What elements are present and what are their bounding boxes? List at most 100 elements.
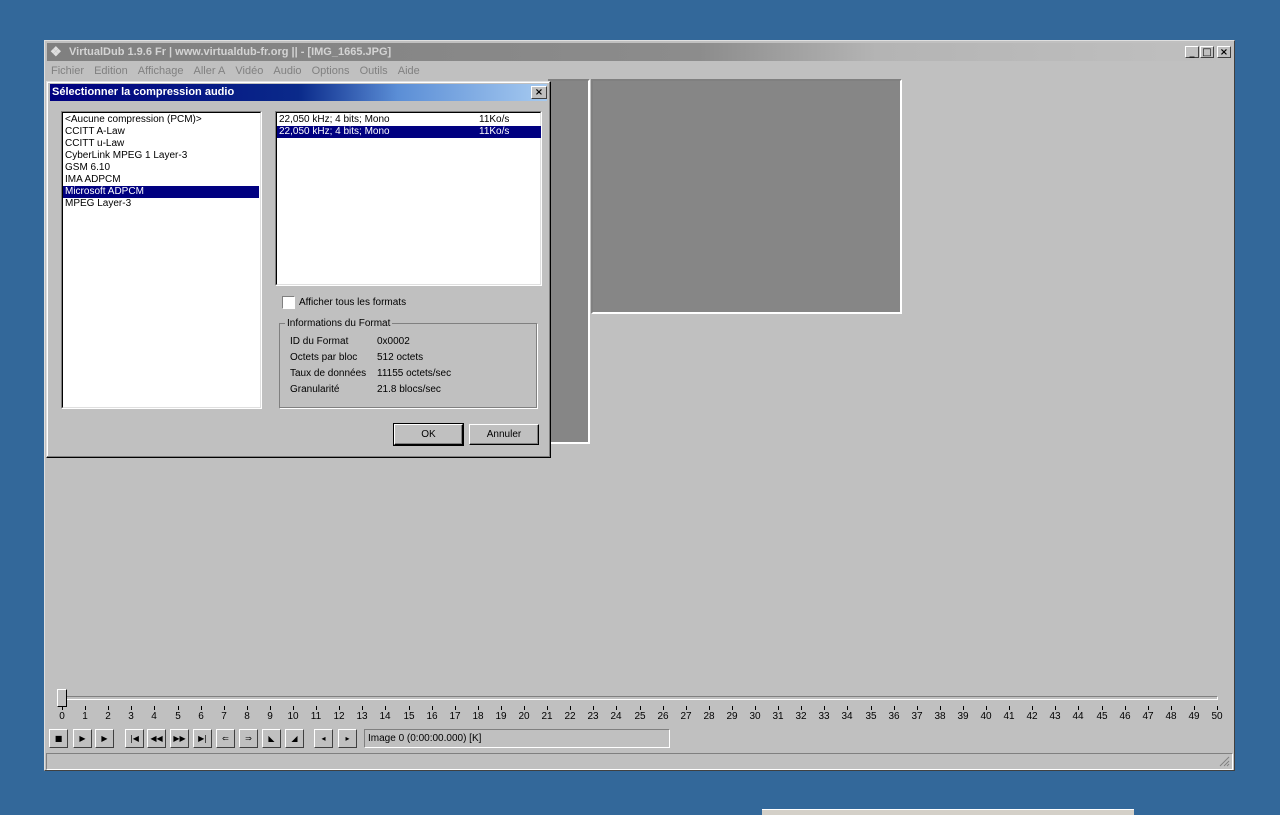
- next-key-icon[interactable]: ▶▶: [170, 729, 189, 748]
- timeline-tick: [409, 706, 410, 710]
- timeline-tick-label: 35: [865, 711, 877, 722]
- timeline-tick: [385, 706, 386, 710]
- virtualdub-app-icon[interactable]: ❖: [50, 45, 64, 59]
- codec-item[interactable]: CCITT u-Law: [63, 138, 259, 150]
- timeline-tick-label: 0: [59, 711, 65, 722]
- stop-icon[interactable]: ■: [49, 729, 68, 748]
- menu-bar: Fichier Edition Affichage Aller A Vidéo …: [51, 63, 427, 79]
- format-list[interactable]: 22,050 kHz; 4 bits; Mono 11Ko/s 22,050 k…: [275, 111, 542, 286]
- codec-item[interactable]: CyberLink MPEG 1 Layer-3: [63, 150, 259, 162]
- play-output-icon[interactable]: ▶: [95, 729, 114, 748]
- mark-out-icon[interactable]: ◢: [285, 729, 304, 748]
- codec-item[interactable]: GSM 6.10: [63, 162, 259, 174]
- codec-item[interactable]: <Aucune compression (PCM)>: [63, 114, 259, 126]
- maximize-button[interactable]: □: [1200, 46, 1214, 58]
- timeline-tick-label: 41: [1003, 711, 1015, 722]
- timeline-tick: [616, 706, 617, 710]
- timeline-tick: [154, 706, 155, 710]
- timeline-tick-label: 26: [657, 711, 669, 722]
- mark-in-icon[interactable]: ◣: [262, 729, 281, 748]
- timeline-tick-label: 31: [772, 711, 784, 722]
- go-start-icon[interactable]: |◀: [125, 729, 144, 748]
- timeline-tick: [362, 706, 363, 710]
- timeline-tick: [547, 706, 548, 710]
- timeline-tick: [316, 706, 317, 710]
- close-button[interactable]: ×: [1217, 46, 1231, 58]
- timeline-tick: [1125, 706, 1126, 710]
- timeline-tick: [1194, 706, 1195, 710]
- cancel-button[interactable]: Annuler: [469, 424, 539, 445]
- timeline-tick-label: 11: [310, 711, 322, 722]
- menu-affichage[interactable]: Affichage: [138, 63, 184, 79]
- timeline-tick: [1009, 706, 1010, 710]
- timeline-tick-label: 23: [587, 711, 599, 722]
- resize-grip-icon[interactable]: [1219, 756, 1230, 767]
- menu-audio[interactable]: Audio: [273, 63, 301, 79]
- audio-compression-dialog: Sélectionner la compression audio × <Auc…: [46, 81, 551, 458]
- timeline-tick-label: 19: [495, 711, 507, 722]
- format-id-label: ID du Format: [290, 336, 349, 347]
- timeline-tick: [894, 706, 895, 710]
- timeline-tick: [131, 706, 132, 710]
- show-all-formats-checkbox[interactable]: [282, 296, 295, 309]
- format-info-legend: Informations du Format: [285, 318, 393, 330]
- dialog-close-button[interactable]: ×: [531, 86, 547, 99]
- dialog-title-bar[interactable]: Sélectionner la compression audio ×: [50, 84, 547, 101]
- timeline-tick: [847, 706, 848, 710]
- codec-list[interactable]: <Aucune compression (PCM)> CCITT A-Law C…: [61, 111, 262, 409]
- format-item-selected[interactable]: 22,050 kHz; 4 bits; Mono 11Ko/s: [277, 126, 541, 138]
- ok-button[interactable]: OK: [393, 423, 464, 446]
- timeline-tick: [940, 706, 941, 710]
- minimize-button[interactable]: _: [1185, 46, 1199, 58]
- timeline-thumb[interactable]: [57, 689, 67, 707]
- show-all-formats-label[interactable]: Afficher tous les formats: [299, 296, 406, 309]
- main-title-bar[interactable]: ❖ VirtualDub 1.9.6 Fr | www.virtualdub-f…: [47, 43, 1232, 61]
- go-end-icon[interactable]: ▶|: [193, 729, 212, 748]
- timeline-tick: [478, 706, 479, 710]
- timeline-tick-label: 5: [175, 711, 181, 722]
- menu-options[interactable]: Options: [312, 63, 350, 79]
- timeline-tick: [801, 706, 802, 710]
- menu-aller-a[interactable]: Aller A: [194, 63, 226, 79]
- timeline-tick-label: 15: [403, 711, 415, 722]
- timeline-tick: [524, 706, 525, 710]
- status-bar: [46, 753, 1233, 770]
- codec-item[interactable]: IMA ADPCM: [63, 174, 259, 186]
- timeline-tick-label: 46: [1119, 711, 1131, 722]
- codec-item-selected[interactable]: Microsoft ADPCM: [63, 186, 259, 198]
- timeline-tick-label: 28: [703, 711, 715, 722]
- timeline-tick-label: 27: [680, 711, 692, 722]
- scene-next-icon[interactable]: ⇒: [239, 729, 258, 748]
- timeline-tick: [1217, 706, 1218, 710]
- output-video-pane: [591, 79, 902, 314]
- timeline-tick: [1055, 706, 1056, 710]
- codec-item[interactable]: MPEG Layer-3: [63, 198, 259, 210]
- codec-item[interactable]: CCITT A-Law: [63, 126, 259, 138]
- menu-video[interactable]: Vidéo: [235, 63, 263, 79]
- prev-frame-icon[interactable]: ◂: [314, 729, 333, 748]
- timeline-tick-label: 47: [1142, 711, 1154, 722]
- scene-prev-icon[interactable]: ⇐: [216, 729, 235, 748]
- next-frame-icon[interactable]: ▸: [338, 729, 357, 748]
- menu-aide[interactable]: Aide: [398, 63, 420, 79]
- menu-outils[interactable]: Outils: [360, 63, 388, 79]
- play-input-icon[interactable]: ▶: [73, 729, 92, 748]
- timeline-tick-label: 2: [105, 711, 111, 722]
- timeline-track[interactable]: [62, 696, 1218, 700]
- menu-edition[interactable]: Edition: [94, 63, 128, 79]
- timeline-tick-label: 1: [82, 711, 88, 722]
- timeline-tick: [270, 706, 271, 710]
- timeline-tick-label: 24: [610, 711, 622, 722]
- timeline-tick: [1032, 706, 1033, 710]
- timeline-tick: [201, 706, 202, 710]
- granularity-value: 21.8 blocs/sec: [377, 384, 441, 395]
- format-item[interactable]: 22,050 kHz; 4 bits; Mono 11Ko/s: [277, 114, 541, 126]
- timeline-tick-label: 4: [151, 711, 157, 722]
- timeline-tick: [1171, 706, 1172, 710]
- timeline-tick-label: 8: [244, 711, 250, 722]
- menu-fichier[interactable]: Fichier: [51, 63, 84, 79]
- timeline-tick-label: 43: [1049, 711, 1061, 722]
- timeline-tick-label: 9: [267, 711, 273, 722]
- dialog-title: Sélectionner la compression audio: [52, 86, 235, 98]
- prev-key-icon[interactable]: ◀◀: [147, 729, 166, 748]
